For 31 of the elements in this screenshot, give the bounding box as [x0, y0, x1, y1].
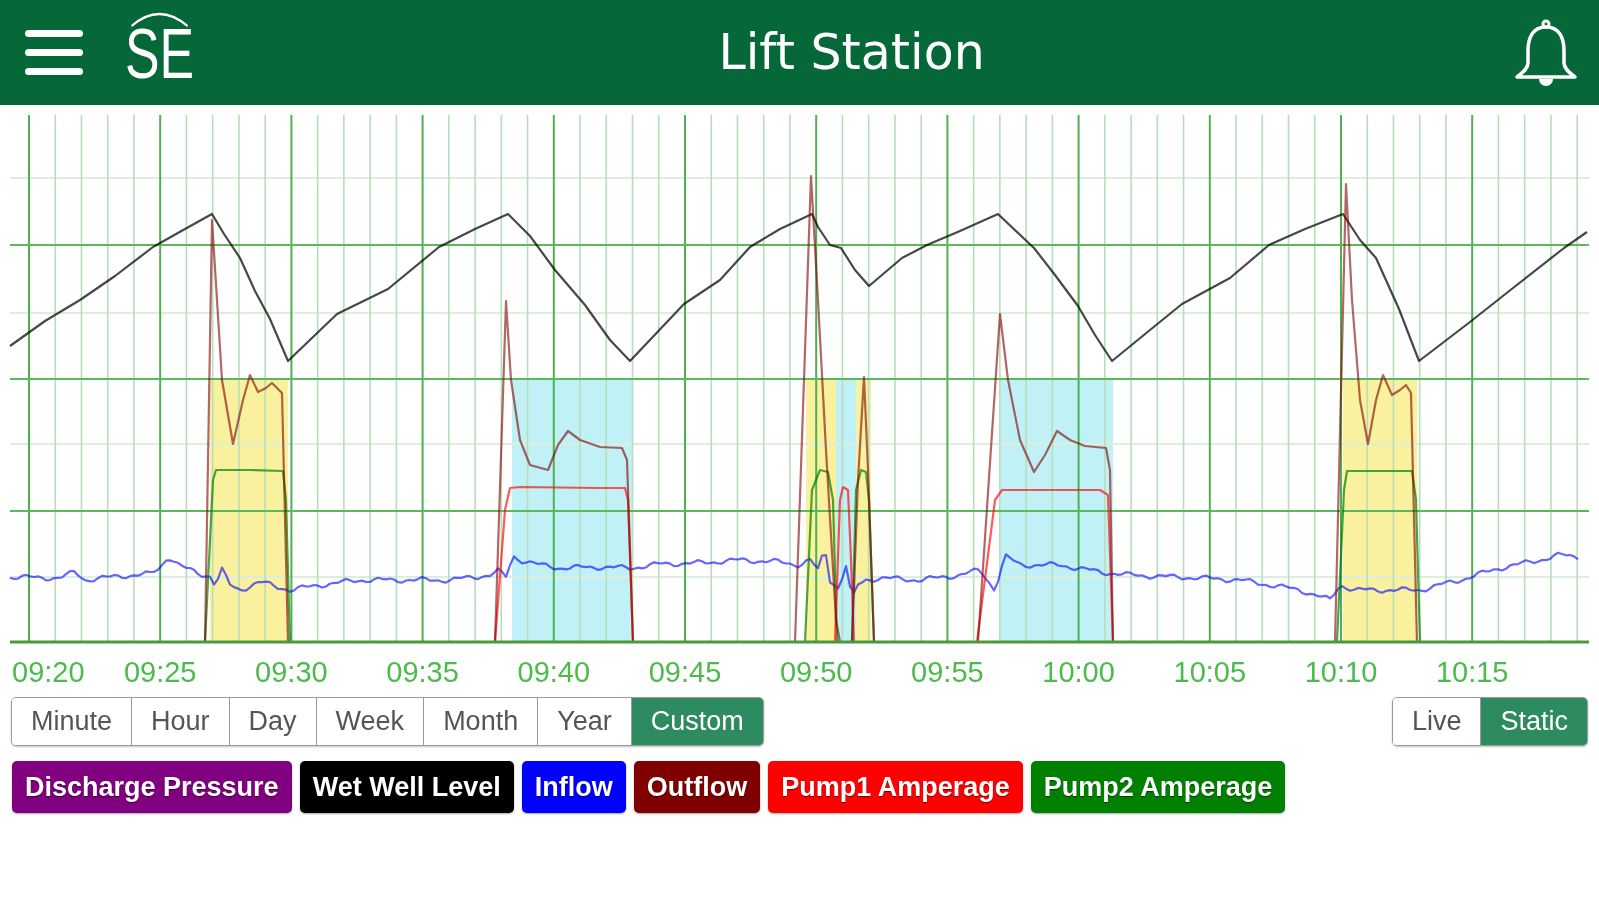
series-toggle[interactable]: Pump2 Amperage	[1030, 761, 1286, 813]
time-label: 09:45	[648, 656, 722, 688]
time-label: 09:35	[386, 656, 459, 688]
series-toggle[interactable]: Pump1 Amperage	[768, 761, 1023, 813]
time-label: 09:20	[12, 656, 85, 688]
time-label: 10:15	[1435, 656, 1509, 688]
series-toggle[interactable]: Wet Well Level	[299, 761, 514, 813]
range-tab[interactable]: Minute	[12, 698, 132, 745]
range-tab[interactable]: Year	[537, 698, 631, 745]
bell-icon[interactable]	[1514, 18, 1578, 87]
mode-tab[interactable]: Static	[1480, 698, 1587, 745]
mode-tab[interactable]: Live	[1392, 698, 1481, 745]
range-tab[interactable]: Month	[423, 698, 538, 745]
menu-icon[interactable]	[25, 30, 83, 75]
time-label: 09:25	[123, 656, 197, 688]
series-toggle[interactable]: Outflow	[633, 761, 761, 813]
time-label: 10:10	[1304, 656, 1378, 688]
range-tab[interactable]: Custom	[630, 698, 763, 745]
logo: SE	[125, 11, 195, 80]
time-label: 09:50	[779, 656, 853, 688]
range-tab[interactable]: Week	[315, 698, 424, 745]
series-toggle[interactable]: Discharge Pressure	[12, 761, 292, 813]
time-label: 09:30	[255, 656, 328, 688]
time-label: 09:40	[517, 656, 591, 688]
range-tab[interactable]: Day	[228, 698, 316, 745]
time-label: 10:00	[1042, 656, 1115, 688]
time-label: 10:05	[1173, 656, 1247, 688]
time-label: 09:55	[911, 656, 984, 688]
series-toggle[interactable]: Inflow	[521, 761, 626, 813]
range-tab[interactable]: Hour	[131, 698, 229, 745]
page-title: Lift Station	[718, 22, 985, 83]
